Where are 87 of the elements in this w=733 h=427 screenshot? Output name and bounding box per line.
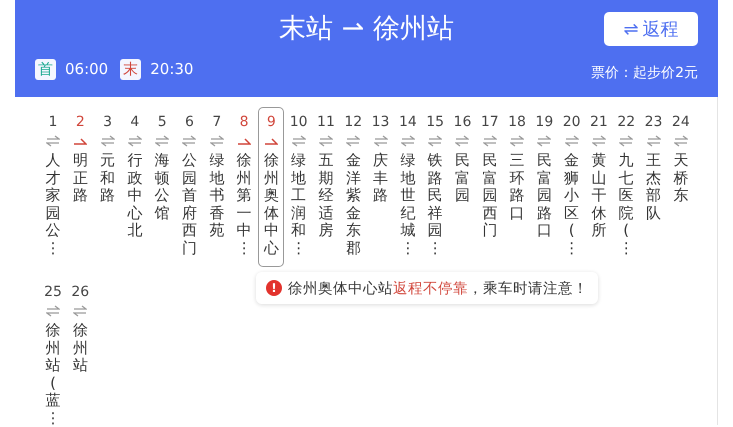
stop-item[interactable]: 16 民富园 — [449, 107, 476, 267]
stop-name: 民富园路口 — [536, 152, 552, 240]
stop-item[interactable]: 2 明正路 — [67, 107, 94, 267]
stop-item[interactable]: 4 行政中心北 — [122, 107, 148, 267]
stop-name: 行政中心北 — [126, 152, 143, 240]
stop-number: 4 — [130, 114, 140, 131]
stop-number: 12 — [344, 114, 362, 131]
stop-item[interactable]: 12 金洋紫金东郡 — [340, 107, 366, 267]
stop-name: 九七医院(⋮ — [618, 152, 634, 257]
stop-number: 8 — [240, 114, 249, 131]
stop-number: 7 — [212, 114, 222, 131]
stop-name: 金狮小区(⋮ — [564, 152, 580, 257]
stop-item[interactable]: 5 海顿公馆 — [149, 107, 176, 267]
stop-number: 3 — [103, 114, 112, 131]
stop-number: 16 — [454, 114, 472, 131]
stop-item[interactable]: 15 铁路民祥园⋮ — [422, 107, 448, 267]
return-button[interactable]: ⇌ 返程 — [604, 12, 698, 46]
stop-item[interactable]: 7 绿地书香苑 — [204, 107, 230, 267]
stop-item[interactable]: 17 民富园西门 — [476, 107, 503, 267]
stop-name: 五期经适房 — [318, 152, 334, 240]
stop-item[interactable]: 23 王杰部队 — [640, 107, 667, 267]
stop-item[interactable]: 22 九七医院(⋮ — [613, 107, 640, 267]
stop-item[interactable]: 19 民富园路口 — [531, 107, 558, 267]
stop-name: 王杰部队 — [646, 152, 662, 222]
stop-name: 徐州奥体中心 — [263, 152, 280, 257]
first-bus-badge: 首 — [35, 58, 56, 80]
stop-number: 22 — [617, 114, 636, 131]
warning-icon: ! — [266, 280, 282, 296]
stop-name: 公园首府西门 — [181, 152, 198, 257]
stop-number: 5 — [158, 114, 167, 131]
stop-name: 明正路 — [72, 152, 88, 204]
stop-item[interactable]: 6 公园首府西门 — [176, 107, 202, 267]
stop-item[interactable]: 14 绿地世纪城⋮ — [394, 107, 421, 267]
stop-number: 18 — [508, 114, 526, 131]
stop-number: 17 — [480, 114, 499, 131]
last-bus-badge: 末 — [120, 58, 142, 80]
stop-name: 绿地工润和⋮ — [290, 152, 307, 257]
stop-name: 徐州站(蓝⋮ — [45, 322, 61, 425]
stop-number: 2 — [76, 114, 85, 131]
stop-item[interactable]: 1 人才家园公⋮ — [40, 107, 66, 267]
stop-number: 23 — [644, 114, 662, 131]
stop-number: 11 — [317, 114, 335, 131]
stop-number: 6 — [185, 114, 194, 131]
first-bus-time: 06:00 — [65, 60, 108, 78]
stop-number: 21 — [590, 114, 608, 131]
stop-item[interactable]: 20 金狮小区(⋮ — [558, 107, 585, 267]
stop-number: 24 — [672, 114, 690, 131]
stop-item[interactable]: 21 黄山干休所 — [586, 107, 612, 267]
stop-number: 10 — [290, 114, 308, 131]
stop-number: 20 — [562, 114, 581, 131]
stop-number: 26 — [71, 284, 90, 301]
stop-item[interactable]: 8 徐州第一中⋮ — [231, 107, 258, 267]
stop-name: 元和路 — [100, 152, 116, 204]
stop-name: 天桥东 — [672, 152, 689, 204]
stop-name: 人才家园公⋮ — [45, 152, 61, 257]
stop-item[interactable]: 26 徐州站 — [67, 277, 94, 425]
stop-item[interactable]: 24 天桥东 — [668, 107, 694, 267]
stop-number: 14 — [398, 114, 417, 131]
stop-name: 绿地书香苑 — [208, 152, 225, 240]
stop-item[interactable]: 10 绿地工润和⋮ — [286, 107, 312, 267]
stop-number: 9 — [266, 114, 276, 131]
stop-name: 民富园西门 — [482, 152, 498, 240]
stop-item[interactable]: 11 五期经适房 — [312, 107, 339, 267]
stop-name: 金洋紫金东郡 — [345, 152, 362, 257]
stop-item[interactable]: 25 徐州站(蓝⋮ — [40, 277, 66, 425]
stop-name: 徐州第一中⋮ — [236, 152, 252, 257]
last-bus-time: 20:30 — [150, 60, 194, 78]
stop-name: 三环路口 — [509, 152, 526, 222]
stop-name: 绿地世纪城⋮ — [400, 152, 416, 257]
stop-item[interactable]: 13 庆丰路 — [368, 107, 394, 267]
stop-item[interactable]: 9 徐州奥体中心 — [258, 107, 284, 267]
notice-text: 徐州奥体中心站返程不停靠，乘车时请注意！ — [288, 280, 588, 298]
stop-number: 13 — [372, 114, 390, 131]
stop-item[interactable]: 18 三环路口 — [504, 107, 530, 267]
route-title: 末站 ⇀ 徐州站 — [279, 12, 454, 46]
stop-name: 黄山干休所 — [590, 152, 607, 240]
stop-number: 1 — [48, 114, 58, 131]
stop-number: 15 — [426, 114, 444, 131]
stop-name: 民富园 — [454, 152, 470, 204]
stop-number: 19 — [535, 114, 554, 131]
stop-name: 庆丰路 — [372, 152, 389, 204]
stop-name: 铁路民祥园⋮ — [427, 152, 444, 257]
stop-name: 徐州站 — [72, 322, 88, 374]
stop-number: 25 — [44, 284, 62, 301]
stop-item[interactable]: 3 元和路 — [94, 107, 121, 267]
fare-text: 票价：起步价2元 — [591, 64, 698, 82]
stop-name: 海顿公馆 — [154, 152, 170, 222]
